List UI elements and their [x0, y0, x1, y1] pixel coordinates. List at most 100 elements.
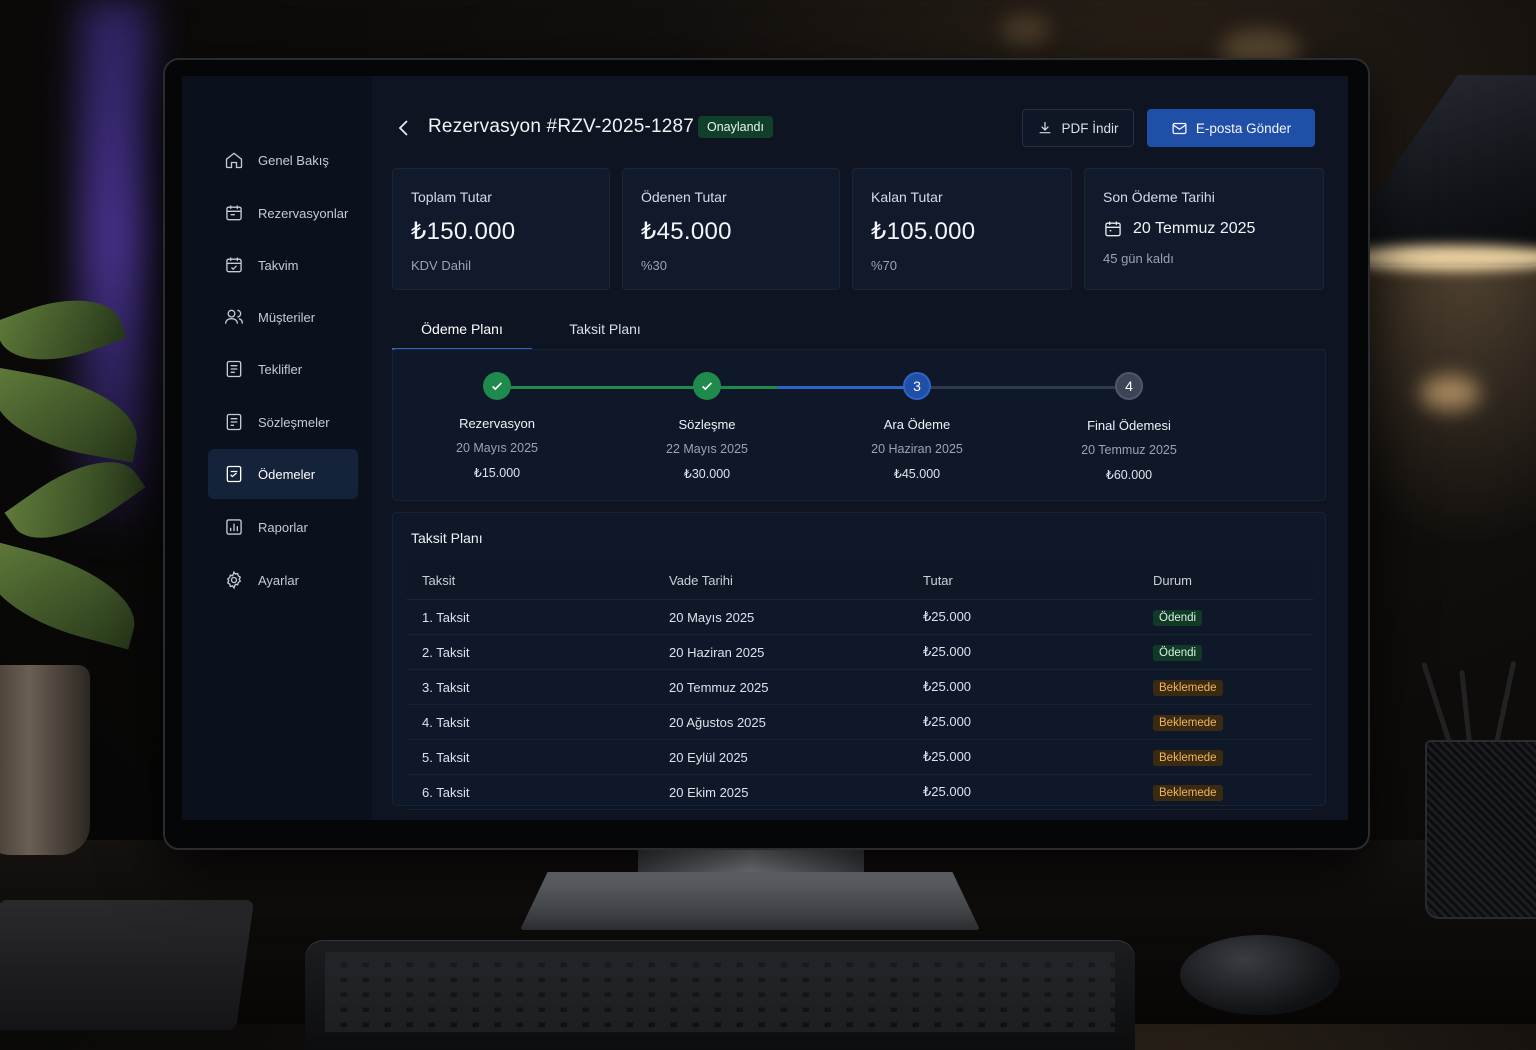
stat-label: Son Ödeme Tarihi: [1103, 189, 1215, 205]
step-3-number: 3: [903, 372, 931, 400]
table-row[interactable]: 6. Taksit 20 Ekim 2025 ₺25.000 Beklemede: [407, 774, 1313, 810]
stat-value: ₺45.000: [641, 218, 732, 245]
step-3-text: Ara Ödeme 20 Haziran 2025 ₺45.000: [827, 417, 1007, 481]
payment-stepper: 3 4 Rezervasyon 20 Mayıs 2025 ₺15.000 Sö…: [392, 349, 1326, 501]
step-connector: [497, 386, 707, 389]
step-amount: ₺60.000: [1105, 468, 1153, 482]
notebook: [0, 900, 255, 1030]
step-date: 20 Mayıs 2025: [456, 441, 538, 455]
installment-name: 5. Taksit: [407, 739, 654, 775]
installment-name: 6. Taksit: [407, 774, 654, 810]
table-row[interactable]: 2. Taksit 20 Haziran 2025 ₺25.000 Ödendi: [407, 634, 1313, 670]
tab-payment-plan[interactable]: Ödeme Planı: [392, 310, 532, 350]
sidebar-item-reservations[interactable]: Rezervasyonlar: [208, 188, 358, 238]
status-badge: Beklemede: [1153, 679, 1223, 696]
plant-pot: [0, 665, 90, 855]
stat-sub: KDV Dahil: [411, 258, 471, 273]
installment-due: 20 Eylül 2025: [654, 739, 908, 775]
pdf-download-label: PDF İndir: [1061, 120, 1119, 136]
column-header: Tutar: [908, 561, 1138, 600]
due-date-value: 20 Temmuz 2025: [1133, 220, 1256, 237]
stat-card-remaining: Kalan Tutar ₺105.000 %70: [852, 168, 1072, 290]
column-header: Durum: [1138, 561, 1313, 600]
sidebar-item-reports[interactable]: Raporlar: [208, 502, 358, 552]
calendar-icon: [226, 257, 242, 273]
sidebar-item-settings[interactable]: Ayarlar: [208, 555, 358, 605]
sidebar-item-label: Sözleşmeler: [258, 414, 330, 430]
stat-value: ₺150.000: [411, 218, 516, 245]
main-content: Rezervasyon #RZV-2025-1287 Onaylandı PDF…: [372, 76, 1348, 820]
step-1-check-icon: [483, 372, 511, 400]
keyboard-keys: [325, 952, 1115, 1032]
sidebar-item-label: Teklifler: [258, 361, 303, 377]
installment-status-cell: Beklemede: [1138, 669, 1313, 705]
sidebar-item-label: Müşteriler: [258, 309, 316, 325]
home-icon: [225, 152, 243, 169]
installment-amount: ₺25.000: [908, 599, 1138, 635]
sidebar-item-customers[interactable]: Müşteriler: [208, 292, 358, 342]
send-email-button[interactable]: E-posta Gönder: [1147, 109, 1315, 147]
send-email-label: E-posta Gönder: [1195, 120, 1292, 136]
mail-icon: [1172, 122, 1187, 134]
installment-amount: ₺25.000: [908, 634, 1138, 670]
users-icon: [225, 309, 243, 324]
stat-label: Toplam Tutar: [411, 189, 492, 205]
app-screen: Genel Bakış Rezervasyonlar Takvim Müşter…: [182, 76, 1348, 820]
installment-due: 20 Ekim 2025: [654, 774, 908, 810]
document-icon: [226, 413, 242, 431]
back-button[interactable]: [394, 116, 414, 140]
step-4-text: Final Ödemesi 20 Temmuz 2025 ₺60.000: [1039, 418, 1219, 482]
sidebar-item-contracts[interactable]: Sözleşmeler: [208, 397, 358, 447]
installment-name: 2. Taksit: [407, 634, 654, 670]
status-badge: Beklemede: [1153, 749, 1223, 766]
table-header-row: Taksit Vade Tarihi Tutar Durum: [407, 561, 1313, 600]
table-title: Taksit Planı: [411, 530, 483, 546]
column-header: Vade Tarihi: [654, 561, 908, 600]
installment-amount: ₺25.000: [908, 774, 1138, 810]
stat-card-paid: Ödenen Tutar ₺45.000 %30: [622, 168, 840, 290]
chart-icon: [226, 519, 242, 535]
status-badge: Ödendi: [1153, 644, 1203, 661]
table-row[interactable]: 5. Taksit 20 Eylül 2025 ₺25.000 Beklemed…: [407, 739, 1313, 775]
table-row[interactable]: 4. Taksit 20 Ağustos 2025 ₺25.000 Beklem…: [407, 704, 1313, 740]
sidebar-item-calendar[interactable]: Takvim: [208, 240, 358, 290]
step-connector: [917, 386, 1129, 389]
sidebar-item-label: Ayarlar: [258, 572, 299, 588]
stat-card-due-date: Son Ödeme Tarihi 20 Temmuz 2025 45 gün k…: [1084, 168, 1324, 290]
step-date: 20 Temmuz 2025: [1081, 443, 1177, 457]
pdf-download-button[interactable]: PDF İndir: [1022, 109, 1134, 147]
payment-icon: [226, 465, 242, 483]
step-amount: ₺15.000: [473, 466, 521, 480]
step-4-number: 4: [1115, 372, 1143, 400]
table-row[interactable]: 3. Taksit 20 Temmuz 2025 ₺25.000 Bekleme…: [407, 669, 1313, 705]
step-title: Ara Ödeme: [883, 417, 951, 432]
installment-status-cell: Ödendi: [1138, 599, 1313, 635]
sidebar-item-quotes[interactable]: Teklifler: [208, 344, 358, 394]
installment-due: 20 Ağustos 2025: [654, 704, 908, 740]
installment-due: 20 Temmuz 2025: [654, 669, 908, 705]
installment-status-cell: Ödendi: [1138, 634, 1313, 670]
installment-status-cell: Beklemede: [1138, 739, 1313, 775]
installment-due: 20 Haziran 2025: [654, 634, 908, 670]
sidebar-item-label: Takvim: [258, 257, 299, 273]
plant-leaf: [0, 540, 147, 650]
calendar-icon: [226, 205, 242, 221]
installment-name: 4. Taksit: [407, 704, 654, 740]
step-connector: [777, 386, 917, 389]
page-title: Rezervasyon #RZV-2025-1287: [428, 116, 695, 137]
pen-holder: [1425, 740, 1536, 919]
sidebar-item-label: Ödemeler: [258, 466, 316, 482]
sidebar-item-payments[interactable]: Ödemeler: [208, 449, 358, 499]
step-title: Sözleşme: [678, 417, 736, 432]
installment-due: 20 Mayıs 2025: [654, 599, 908, 635]
step-title: Rezervasyon: [459, 416, 535, 431]
tab-installment-plan[interactable]: Taksit Planı: [538, 310, 672, 348]
installment-status-cell: Beklemede: [1138, 704, 1313, 740]
step-2-check-icon: [693, 372, 721, 400]
sidebar-item-overview[interactable]: Genel Bakış: [208, 135, 358, 185]
status-badge: Ödendi: [1153, 609, 1203, 626]
due-date-row: 20 Temmuz 2025: [1103, 219, 1305, 239]
table-row[interactable]: 1. Taksit 20 Mayıs 2025 ₺25.000 Ödendi: [407, 599, 1313, 635]
sidebar-item-label: Rezervasyonlar: [258, 205, 349, 221]
stat-card-total: Toplam Tutar ₺150.000 KDV Dahil: [392, 168, 610, 290]
